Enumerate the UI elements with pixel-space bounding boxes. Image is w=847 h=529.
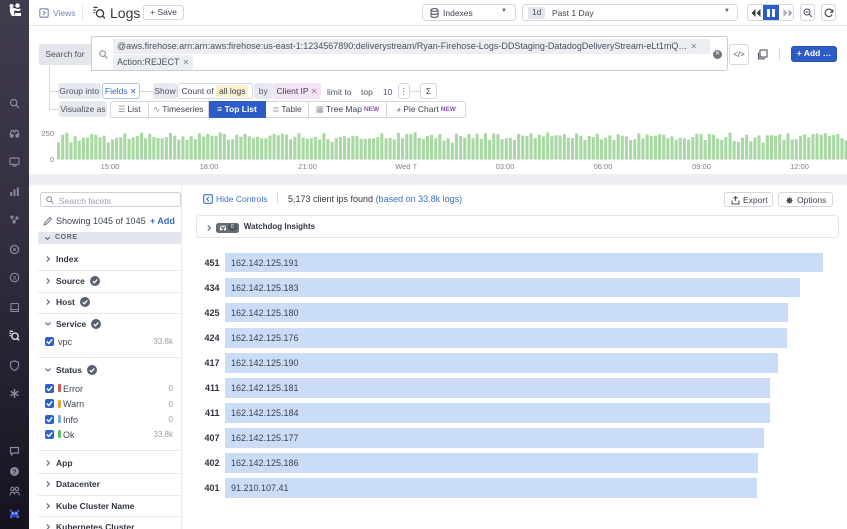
svg-text:?: ? [13,469,17,476]
svg-text:a: a [13,275,17,282]
